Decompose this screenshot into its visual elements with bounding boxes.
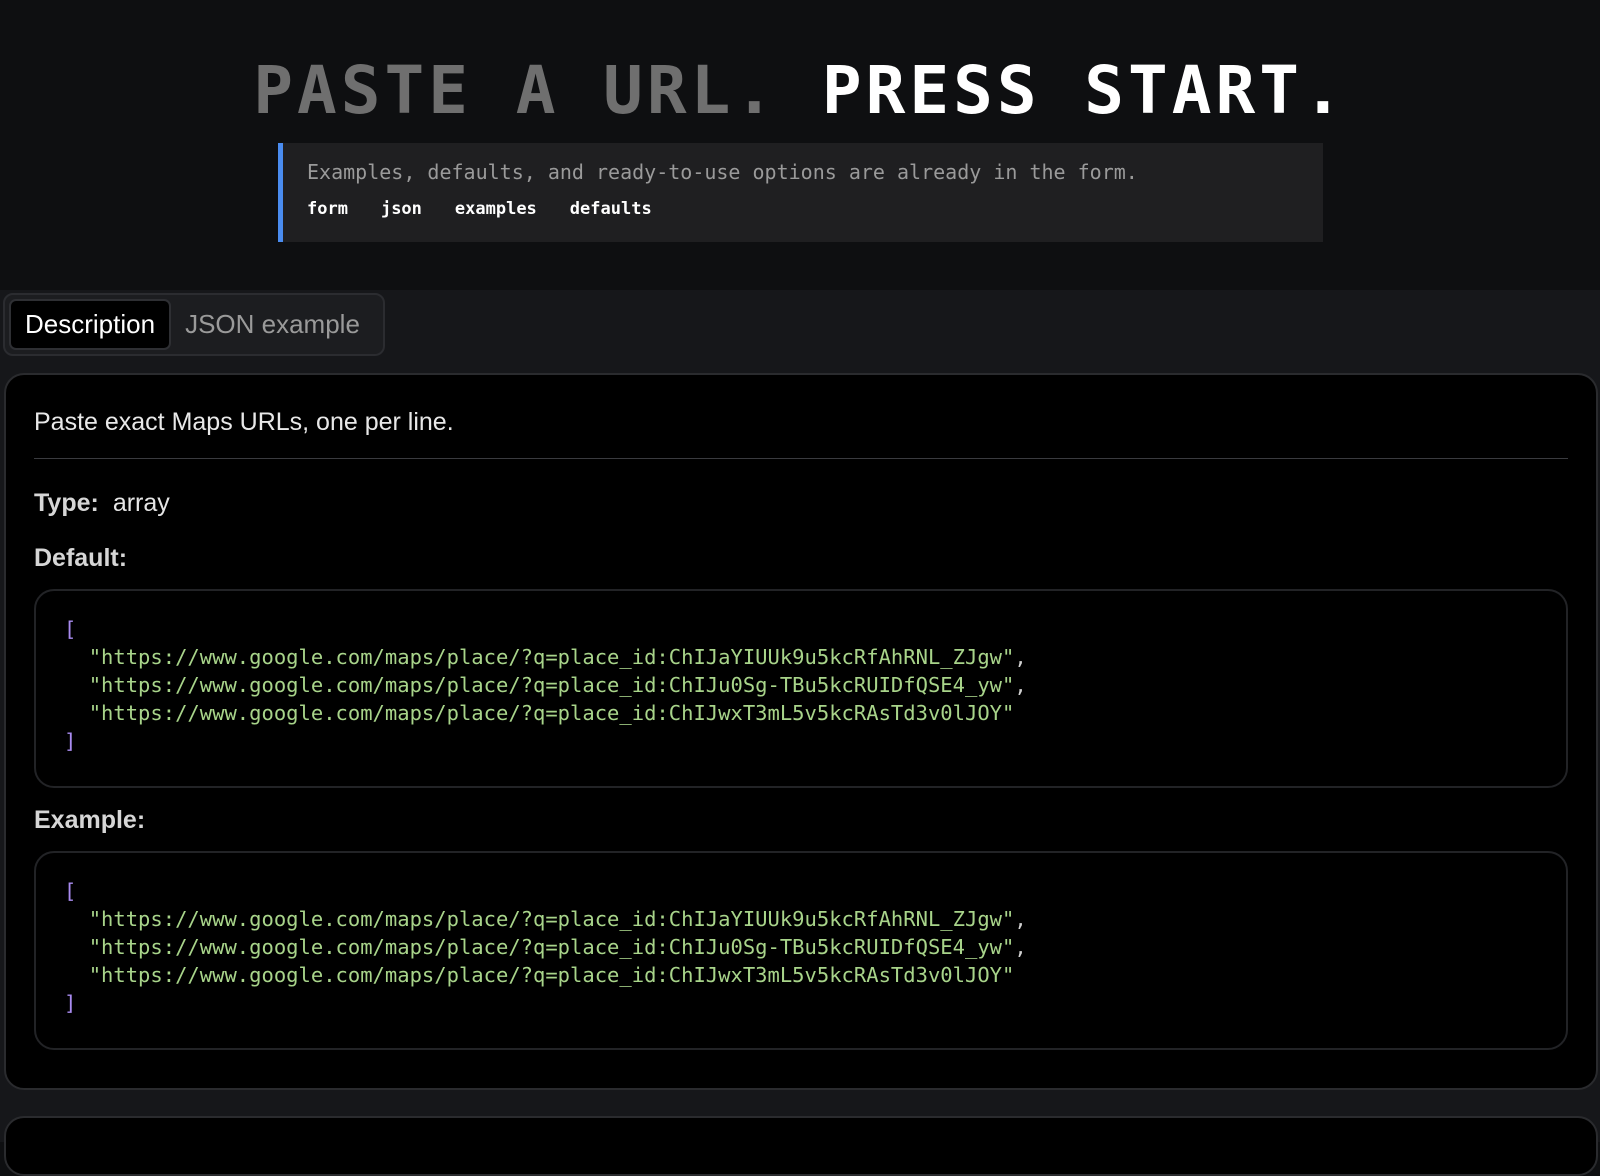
default-code-block[interactable]: [ "https://www.google.com/maps/place/?q=… xyxy=(34,589,1568,788)
hero-title: PASTE A URL. PRESS START. xyxy=(0,52,1600,129)
input-docs-section: Description JSON example Paste exact Map… xyxy=(0,290,1600,1176)
tab-description[interactable]: Description xyxy=(9,299,172,350)
divider xyxy=(34,458,1568,459)
field-description: Paste exact Maps URLs, one per line. xyxy=(34,408,454,436)
example-code-block[interactable]: [ "https://www.google.com/maps/place/?q=… xyxy=(34,851,1568,1050)
example-url-3: "https://www.google.com/maps/place/?q=pl… xyxy=(88,963,1015,987)
type-row: Type: array xyxy=(34,489,1568,518)
default-url-3: "https://www.google.com/maps/place/?q=pl… xyxy=(88,701,1015,725)
close-bracket: ] xyxy=(64,991,77,1015)
info-callout: Examples, defaults, and ready-to-use opt… xyxy=(278,143,1323,242)
callout-text: Examples, defaults, and ready-to-use opt… xyxy=(307,160,1138,184)
tab-bar: Description JSON example xyxy=(3,293,385,356)
close-bracket: ] xyxy=(64,729,77,753)
callout-tags: form json examples defaults xyxy=(307,199,1299,219)
tag-form: form xyxy=(307,199,348,219)
default-url-1: "https://www.google.com/maps/place/?q=pl… xyxy=(88,645,1015,669)
hero-title-bright: PRESS START. xyxy=(821,52,1347,129)
next-panel xyxy=(4,1116,1598,1176)
open-bracket: [ xyxy=(64,879,77,903)
tab-json-example[interactable]: JSON example xyxy=(171,299,374,350)
example-url-2: "https://www.google.com/maps/place/?q=pl… xyxy=(88,935,1015,959)
type-label: Type: xyxy=(34,489,99,517)
tag-defaults: defaults xyxy=(569,199,652,219)
example-label: Example: xyxy=(34,806,146,834)
hero-title-dim: PASTE A URL. xyxy=(253,52,779,129)
description-panel: Paste exact Maps URLs, one per line. Typ… xyxy=(4,373,1598,1090)
type-value: array xyxy=(112,489,170,517)
tag-json: json xyxy=(380,199,422,219)
default-label: Default: xyxy=(34,544,128,572)
open-bracket: [ xyxy=(64,617,77,641)
example-url-1: "https://www.google.com/maps/place/?q=pl… xyxy=(88,907,1015,931)
tag-examples: examples xyxy=(454,199,537,219)
default-url-2: "https://www.google.com/maps/place/?q=pl… xyxy=(88,673,1015,697)
hero-section: PASTE A URL. PRESS START. Examples, defa… xyxy=(0,0,1600,290)
